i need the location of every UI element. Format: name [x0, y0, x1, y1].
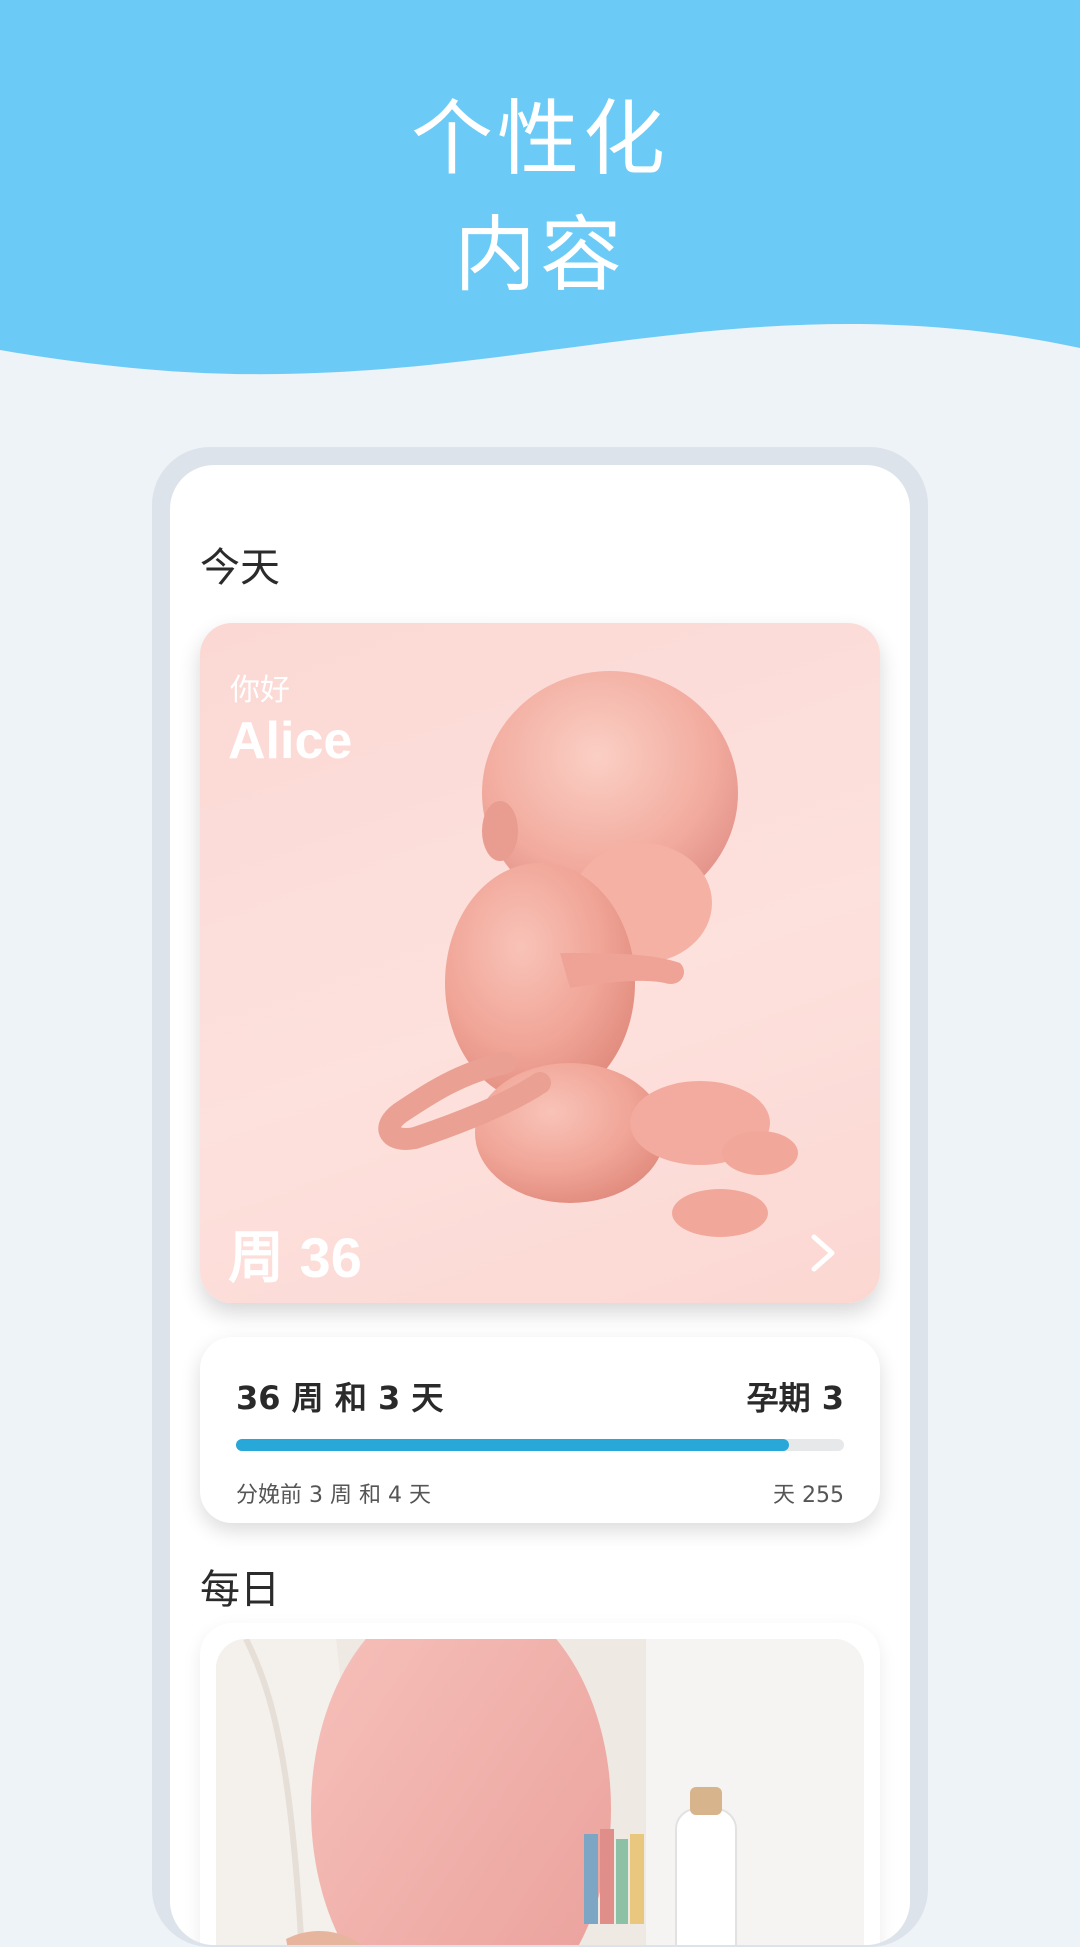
progress-bar-track	[236, 1439, 844, 1451]
hero-title-line-2: 内容	[453, 208, 626, 303]
user-name: Alice	[228, 712, 353, 770]
daily-content-card[interactable]	[200, 1623, 880, 1945]
chevron-right-icon[interactable]	[808, 1233, 838, 1273]
greeting-text: 你好	[230, 673, 290, 708]
day-count-text: 天 255	[773, 1483, 844, 1508]
baby-week-card[interactable]: 你好 Alice 周 36	[200, 623, 880, 1303]
hero-title-line-1: 个性化	[410, 92, 669, 187]
week-label: 周 36	[228, 1226, 362, 1289]
hero-banner: 个性化 内容	[0, 0, 1080, 390]
trimester-text: 孕期 3	[746, 1379, 844, 1417]
pregnancy-progress-card[interactable]: 36 周 和 3 天 孕期 3 分娩前 3 周 和 4 天 天 255	[200, 1337, 880, 1523]
today-section-title: 今天	[200, 545, 280, 591]
hero-title: 个性化 内容	[0, 82, 1080, 314]
phone-screen: 今天 你好 Alice 周 36 36 周 和 3 天 孕期 3 分娩前 3 周…	[170, 465, 910, 1945]
pregnant-woman-photo	[216, 1639, 864, 1945]
daily-photo-illustration	[216, 1639, 864, 1945]
progress-bar-fill	[236, 1439, 790, 1451]
time-until-delivery-text: 分娩前 3 周 和 4 天	[236, 1483, 431, 1508]
daily-section-title: 每日	[200, 1567, 280, 1613]
fetus-illustration	[378, 671, 798, 1237]
pregnancy-duration-text: 36 周 和 3 天	[236, 1379, 444, 1417]
